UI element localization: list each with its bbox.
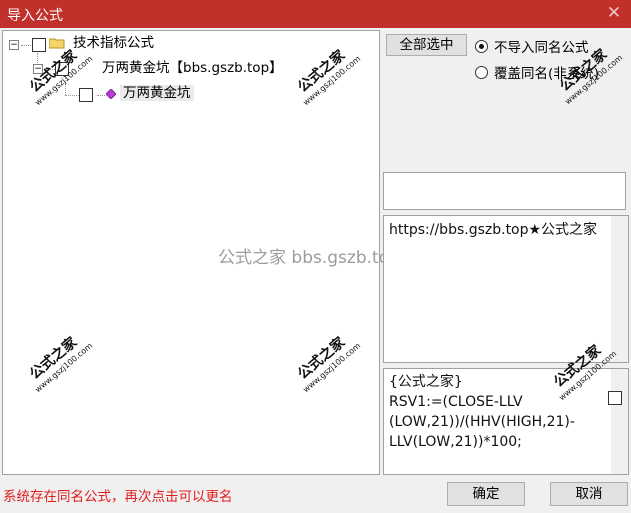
watermark-text: 公式之家 bbs.gszb.top <box>218 248 400 268</box>
watermark-stamp: 公式之家 www.gszj100.com <box>294 47 363 108</box>
formula-source-box[interactable]: {公式之家} RSV1:=(CLOSE-LLV (LOW,21))/(HHV(H… <box>383 342 629 475</box>
formula-line: LLV(LOW,21))*100; <box>389 434 522 450</box>
tree-expander-root[interactable]: − <box>9 40 19 50</box>
tree-guide-line <box>97 95 105 96</box>
cancel-button[interactable]: 取消 <box>550 482 628 506</box>
ok-button[interactable]: 确定 <box>447 482 525 506</box>
radio-label: 不导入同名公式 <box>494 40 589 56</box>
status-message: 系统存在同名公式，再次点击可以更名 <box>3 489 233 505</box>
radio-no-import-same[interactable]: 不导入同名公式 <box>475 36 589 56</box>
radio-icon-checked <box>475 40 488 53</box>
watermark-stamp: 公式之家 www.gszj100.com <box>294 334 363 395</box>
tree-item-child-label: 万两黄金坑【bbs.gszb.top】 <box>102 60 283 76</box>
tree-item-child[interactable]: 万两黄金坑【bbs.gszb.top】 <box>102 59 283 77</box>
name-field[interactable] <box>383 172 626 210</box>
tree-item-leaf[interactable]: 万两黄金坑 <box>120 84 194 102</box>
description-text: https://bbs.gszb.top★公式之家 <box>389 222 598 238</box>
window-title: 导入公式 <box>7 8 63 24</box>
close-icon[interactable]: ✕ <box>603 2 625 24</box>
title-bar: 导入公式 ✕ <box>0 0 631 28</box>
import-formula-dialog: 导入公式 ✕ − 技术指标公式 − 万两黄金坑【bbs.gszb.top】 万两… <box>0 0 631 513</box>
watermark-stamp: 公式之家 www.gszj100.com <box>26 334 95 395</box>
select-all-button[interactable]: 全部选中 <box>386 34 467 56</box>
tree-item-leaf-label: 万两黄金坑 <box>120 85 194 101</box>
tree-checkbox-root[interactable] <box>32 38 46 52</box>
formula-gem-icon <box>106 89 116 99</box>
radio-icon-unchecked <box>475 66 488 79</box>
formula-line: (LOW,21))/(HHV(HIGH,21)- <box>389 414 575 430</box>
